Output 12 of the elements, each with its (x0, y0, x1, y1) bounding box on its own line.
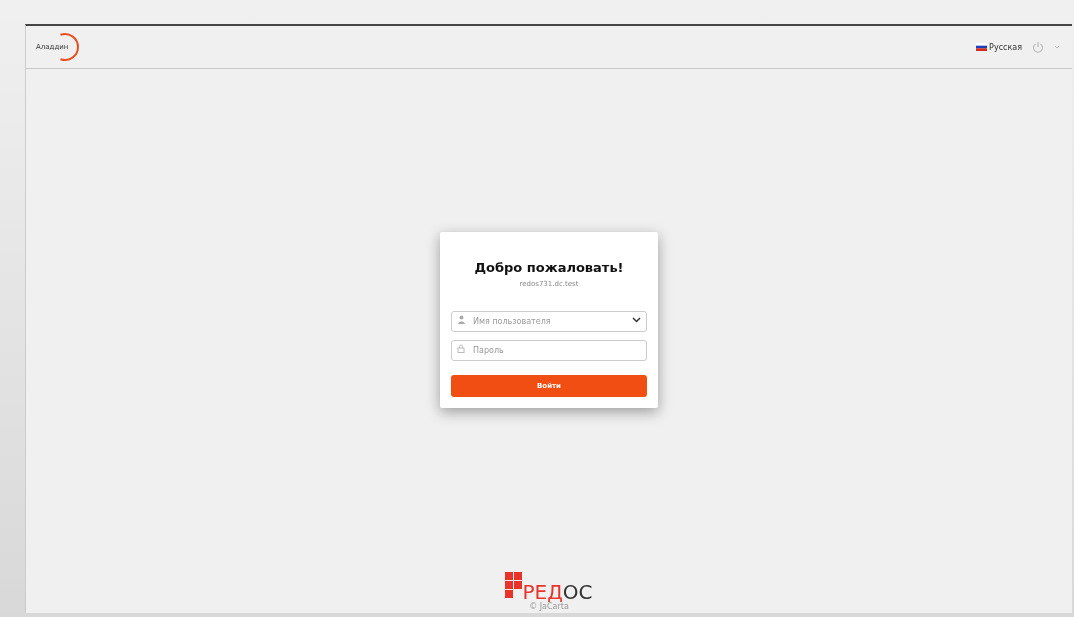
brand-prefix: РЕД (522, 582, 563, 602)
flag-icon (976, 43, 988, 51)
language-selector[interactable]: Русская (976, 42, 1022, 52)
welcome-title: Добро пожаловать! (474, 260, 624, 275)
chevron-down-icon[interactable] (632, 317, 641, 323)
power-icon[interactable] (1032, 41, 1044, 53)
brand-suffix: ОС (562, 582, 593, 602)
password-field[interactable]: Пароль (451, 340, 647, 361)
user-icon (457, 315, 466, 324)
username-field[interactable]: Имя пользователя (451, 311, 647, 332)
copyright-text: © JaCarta (529, 602, 569, 611)
lock-icon (457, 344, 465, 353)
